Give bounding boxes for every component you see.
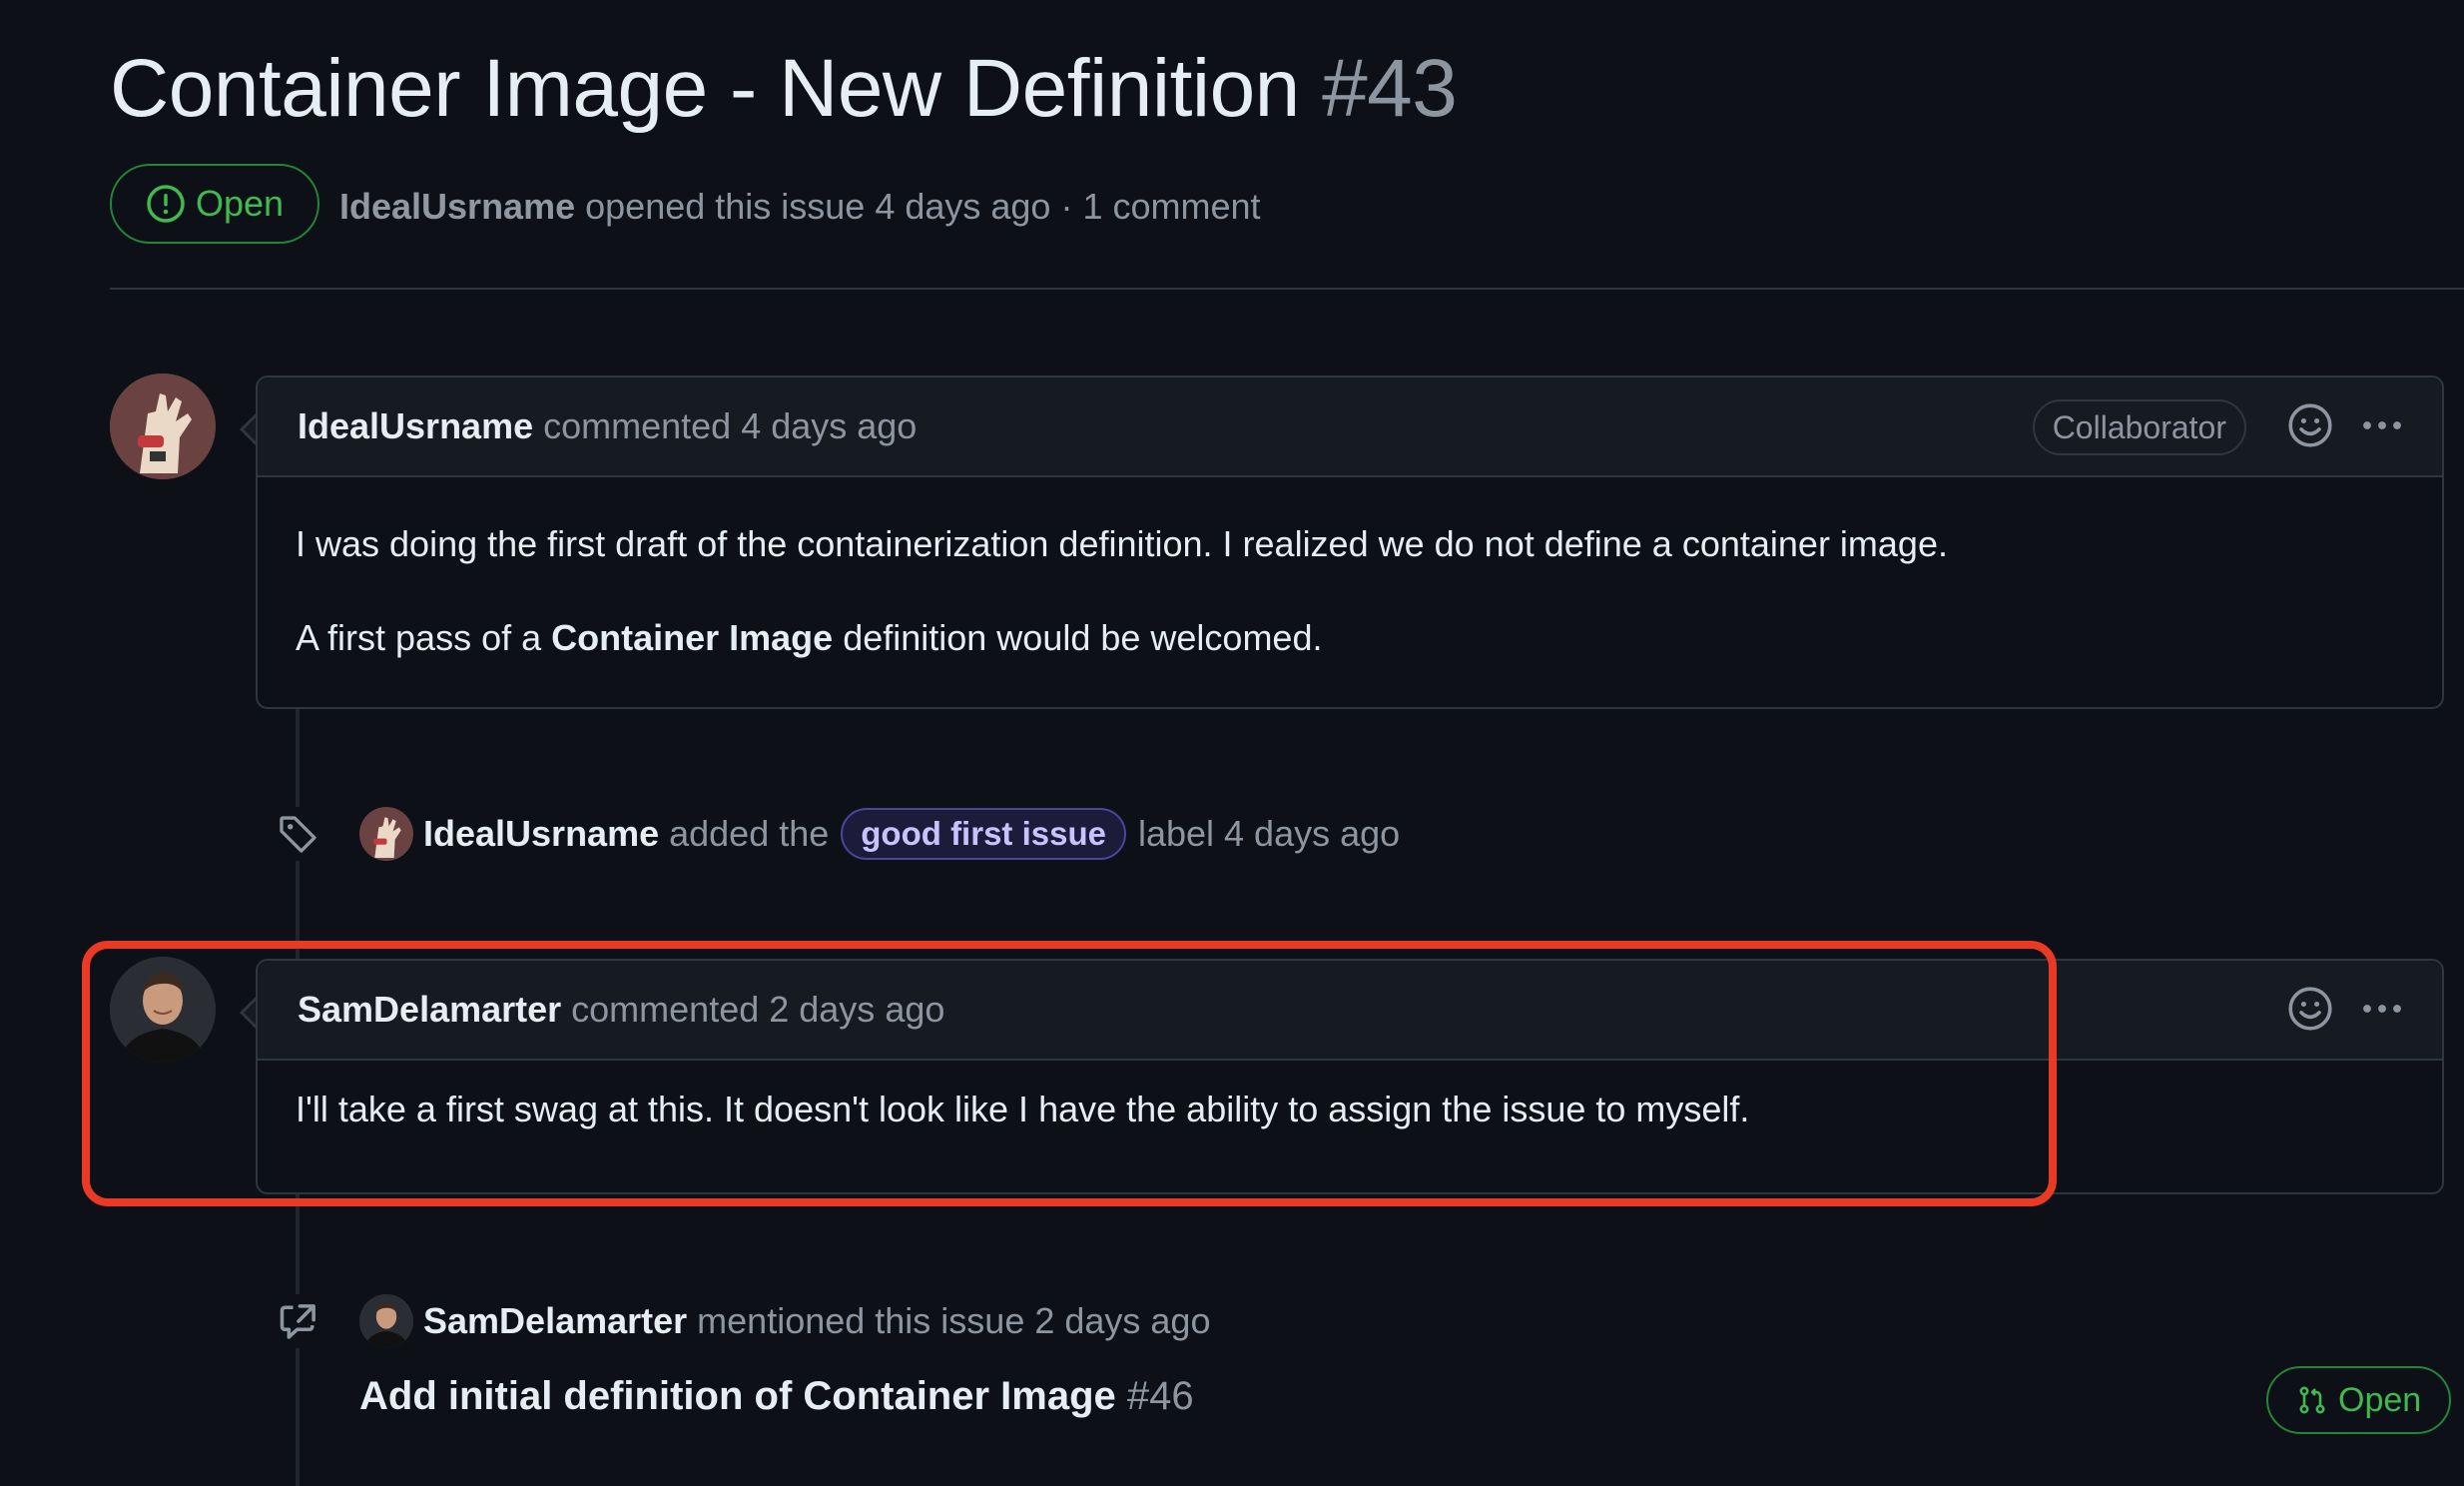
event-icon bbox=[272, 807, 325, 861]
issue-author-link[interactable]: IdealUsrname bbox=[339, 186, 575, 227]
highlight-box bbox=[82, 941, 2057, 1206]
event-icon bbox=[272, 1294, 325, 1348]
event-action: mentioned this issue 2 days ago bbox=[697, 1300, 1211, 1341]
comment-text: definition would be welcomed. bbox=[833, 617, 1323, 658]
comment-author[interactable]: IdealUsrname bbox=[298, 405, 533, 447]
comment-1: IdealUsrname commented 4 days ago Collab… bbox=[256, 375, 2444, 709]
collaborator-badge: Collaborator bbox=[2032, 399, 2246, 455]
comment-paragraph: I was doing the first draft of the conta… bbox=[296, 523, 1948, 564]
issue-state-badge: Open bbox=[110, 164, 319, 244]
issue-title: Container Image - New Definition #43 bbox=[110, 42, 1458, 136]
tag-icon bbox=[280, 816, 316, 853]
issue-header-meta: IdealUsrname opened this issue 4 days ag… bbox=[339, 186, 1261, 228]
pr-title-text[interactable]: Add initial definition of Container Imag… bbox=[359, 1374, 1116, 1418]
avatar[interactable] bbox=[110, 373, 216, 479]
pr-state-badge: Open bbox=[2266, 1366, 2452, 1434]
event-actor[interactable]: SamDelamarter bbox=[423, 1300, 687, 1342]
issue-title-text: Container Image - New Definition bbox=[110, 43, 1300, 134]
pr-number: #46 bbox=[1126, 1374, 1194, 1418]
issue-opened-icon bbox=[147, 185, 185, 223]
smiley-icon[interactable] bbox=[2286, 985, 2334, 1033]
smiley-icon[interactable] bbox=[2286, 401, 2334, 449]
comment-bold-text: Container Image bbox=[551, 617, 834, 658]
avatar-image-idealusrname bbox=[110, 373, 216, 479]
event-action: added the bbox=[669, 813, 830, 854]
avatar-image-idealusrname bbox=[359, 807, 413, 861]
cross-reference-icon bbox=[280, 1304, 315, 1339]
header-divider bbox=[110, 288, 2464, 290]
event-suffix: label 4 days ago bbox=[1137, 813, 1401, 854]
kebab-horizontal-icon[interactable] bbox=[2358, 401, 2406, 449]
comment-timestamp[interactable]: commented 4 days ago bbox=[543, 405, 917, 447]
comment-text: A first pass of a bbox=[296, 617, 552, 658]
referenced-pr-link[interactable]: Add initial definition of Container Imag… bbox=[359, 1374, 1194, 1419]
issue-opened-text: opened this issue 4 days ago · 1 comment bbox=[585, 186, 1261, 227]
comment-body: I was doing the first draft of the conta… bbox=[258, 477, 2442, 659]
issue-number: #43 bbox=[1322, 43, 1458, 134]
event-actor[interactable]: IdealUsrname bbox=[423, 813, 659, 855]
pull-request-icon bbox=[2299, 1386, 2325, 1414]
issue-state-label: Open bbox=[195, 183, 285, 224]
mention-event: SamDelamarter mentioned this issue 2 day… bbox=[359, 1292, 1210, 1350]
avatar[interactable] bbox=[359, 807, 413, 861]
label-good-first-issue[interactable]: good first issue bbox=[841, 808, 1126, 860]
comment-paragraph: A first pass of a Container Image defini… bbox=[296, 565, 2404, 659]
comment-header: IdealUsrname commented 4 days ago Collab… bbox=[258, 377, 2442, 477]
pr-state-label: Open bbox=[2338, 1380, 2422, 1419]
label-event: IdealUsrname added the good first issue … bbox=[359, 805, 1400, 863]
avatar[interactable] bbox=[359, 1294, 413, 1348]
avatar-image-samdelamarter bbox=[359, 1294, 413, 1348]
kebab-horizontal-icon[interactable] bbox=[2358, 985, 2406, 1033]
